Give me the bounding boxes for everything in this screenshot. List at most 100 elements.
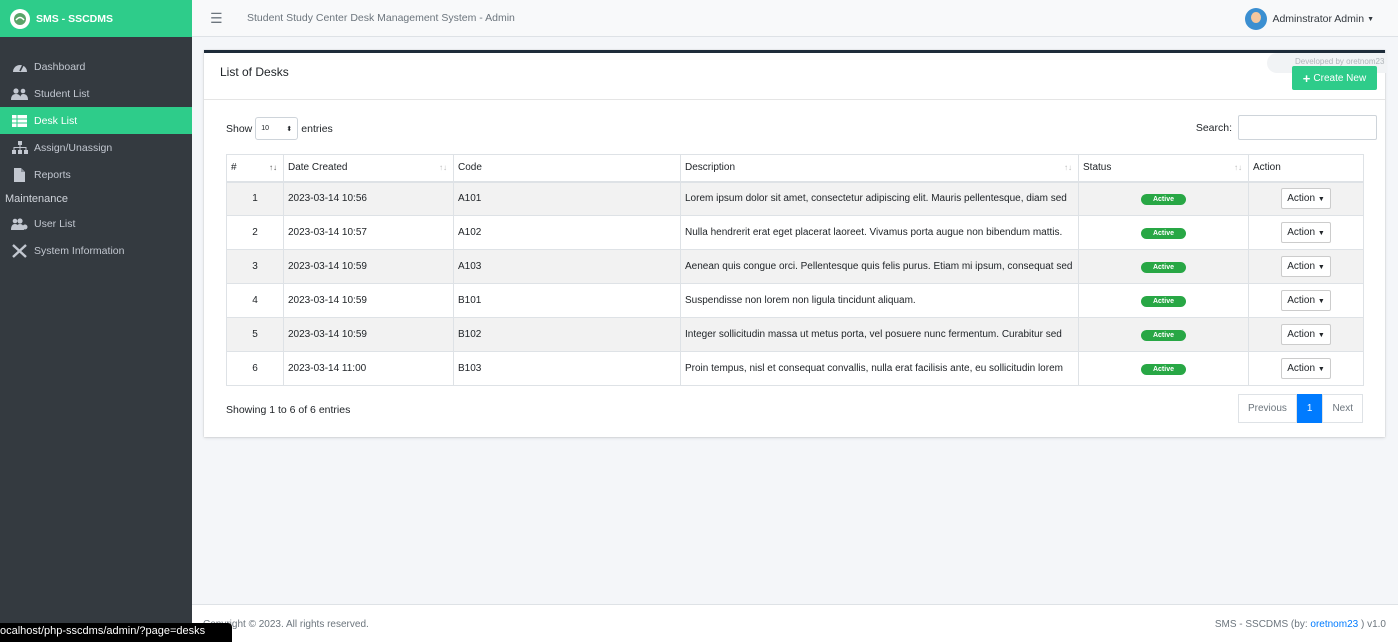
status-badge: Active <box>1140 363 1186 375</box>
action-dropdown-button[interactable]: Action ▼ <box>1281 188 1331 210</box>
sidebar-item-student-list[interactable]: Student List <box>0 80 192 107</box>
cell-status: Active <box>1078 283 1249 318</box>
table-row: 2 2023-03-14 10:57 A102 Nulla hendrerit … <box>226 215 1364 250</box>
action-dropdown-button[interactable]: Action ▼ <box>1281 290 1331 311</box>
topbar: ☰ Student Study Center Desk Management S… <box>192 0 1398 37</box>
previous-page-button[interactable]: Previous <box>1237 394 1297 423</box>
status-badge: Active <box>1140 227 1186 239</box>
cell-description: Proin tempus, nisl et consequat convalli… <box>680 351 1079 386</box>
users-icon <box>11 87 28 101</box>
search-label: Search: <box>1195 121 1232 134</box>
table-controls: Show 10 ⬍ entries Search: <box>204 100 1385 152</box>
entries-select[interactable]: 10 ⬍ <box>255 117 299 140</box>
cell-action: Action ▼ <box>1248 215 1364 250</box>
status-badge: Active <box>1140 193 1186 205</box>
card-title: List of Desks <box>220 65 289 79</box>
sidebar-item-desk-list[interactable]: Desk List <box>0 107 192 134</box>
sidebar-item-user-list[interactable]: User List <box>0 210 192 237</box>
create-new-label: Create New <box>1313 72 1367 84</box>
nav-header-maintenance: Maintenance <box>5 193 68 205</box>
sidebar-item-label: Reports <box>34 168 71 181</box>
hamburger-menu-icon[interactable]: ☰ <box>210 10 232 27</box>
sidebar-item-label: User List <box>34 217 76 230</box>
caret-down-icon: ▼ <box>1317 230 1325 237</box>
caret-down-icon: ▼ <box>1317 332 1325 339</box>
sort-icon: ↑↓ <box>1064 163 1072 172</box>
column-header-description[interactable]: Description ↑↓ <box>680 154 1079 183</box>
file-icon <box>11 167 28 182</box>
cell-status: Active <box>1078 215 1249 250</box>
caret-down-icon: ▼ <box>1317 196 1325 204</box>
status-badge: Active <box>1140 261 1186 273</box>
cell-action: Action ▼ <box>1248 283 1364 318</box>
column-header-code[interactable]: Code <box>453 154 681 183</box>
table-icon <box>11 114 28 128</box>
select-arrows-icon: ⬍ <box>286 125 293 133</box>
cell-action: Action ▼ <box>1248 317 1364 352</box>
sidebar: SMS - SSCDMS Dashboard Student List Desk… <box>0 0 192 642</box>
footer: Copyright © 2023. All rights reserved. S… <box>192 604 1398 642</box>
cell-date: 2023-03-14 10:56 <box>283 181 454 216</box>
tachometer-icon <box>11 60 28 74</box>
column-header-action: Action <box>1248 154 1364 183</box>
avatar <box>1245 8 1268 30</box>
cell-description: Lorem ipsum dolor sit amet, consectetur … <box>680 181 1079 216</box>
sidebar-item-label: Desk List <box>34 114 78 127</box>
plus-icon: + <box>1302 70 1311 86</box>
cell-code: B102 <box>453 317 681 352</box>
sort-asc-icon: ↑↓ <box>269 163 277 172</box>
sidebar-nav: Dashboard Student List Desk List Assign/… <box>0 53 192 264</box>
create-new-button[interactable]: + Create New <box>1292 66 1377 90</box>
user-menu[interactable]: Adminstrator Admin ▼ <box>1245 8 1374 30</box>
sidebar-item-label: Assign/Unassign <box>34 141 113 154</box>
entries-value: 10 <box>261 125 270 132</box>
cell-description: Suspendisse non lorem non ligula tincidu… <box>680 283 1079 318</box>
cell-number: 2 <box>226 215 284 250</box>
cell-code: A102 <box>453 215 681 250</box>
sidebar-item-assign-unassign[interactable]: Assign/Unassign <box>0 134 192 161</box>
action-dropdown-button[interactable]: Action ▼ <box>1281 222 1331 243</box>
column-header-number[interactable]: # ↑↓ <box>226 154 284 183</box>
caret-down-icon: ▼ <box>1317 298 1325 305</box>
table-row: 6 2023-03-14 11:00 B103 Proin tempus, ni… <box>226 351 1364 386</box>
sidebar-item-system-information[interactable]: System Information <box>0 237 192 264</box>
cell-action: Action ▼ <box>1248 249 1364 284</box>
cell-number: 3 <box>226 249 284 284</box>
next-page-button[interactable]: Next <box>1322 394 1363 423</box>
author-link[interactable]: oretnom23 <box>1310 619 1358 630</box>
caret-down-icon: ▼ <box>1317 366 1325 373</box>
page-1-button[interactable]: 1 <box>1296 394 1323 423</box>
column-header-status[interactable]: Status ↑↓ <box>1078 154 1249 183</box>
status-badge: Active <box>1140 295 1186 307</box>
app-title: Student Study Center Desk Management Sys… <box>247 12 515 24</box>
cell-description: Integer sollicitudin massa ut metus port… <box>680 317 1079 352</box>
cell-description: Aenean quis congue orci. Pellentesque qu… <box>680 249 1079 284</box>
cell-status: Active <box>1078 249 1249 284</box>
action-dropdown-button[interactable]: Action ▼ <box>1281 256 1331 277</box>
cell-status: Active <box>1078 317 1249 352</box>
tools-icon <box>11 243 28 258</box>
sidebar-item-label: Student List <box>34 87 90 100</box>
action-dropdown-button[interactable]: Action ▼ <box>1281 358 1331 379</box>
column-header-date-created[interactable]: Date Created ↑↓ <box>283 154 454 183</box>
show-label: Show <box>226 122 253 135</box>
search-input[interactable] <box>1238 115 1377 140</box>
sidebar-item-dashboard[interactable]: Dashboard <box>0 53 192 80</box>
brand-logo-icon <box>10 8 30 29</box>
cell-status: Active <box>1078 181 1249 216</box>
entries-label: entries <box>301 122 333 135</box>
action-dropdown-button[interactable]: Action ▼ <box>1281 324 1331 345</box>
table-row: 1 2023-03-14 10:56 A101 Lorem ipsum dolo… <box>226 181 1364 216</box>
cell-code: B101 <box>453 283 681 318</box>
footer-credits: SMS - SSCDMS (by: oretnom23 ) v1.0 <box>1214 619 1386 630</box>
cell-description: Nulla hendrerit erat eget placerat laore… <box>680 215 1079 250</box>
sitemap-icon <box>11 141 28 155</box>
brand-link[interactable]: SMS - SSCDMS <box>0 0 192 37</box>
cell-date: 2023-03-14 10:57 <box>283 215 454 250</box>
sidebar-item-reports[interactable]: Reports <box>0 161 192 188</box>
cell-code: B103 <box>453 351 681 386</box>
cell-action: Action ▼ <box>1248 351 1364 386</box>
caret-down-icon: ▼ <box>1317 264 1325 271</box>
cell-date: 2023-03-14 11:00 <box>283 351 454 386</box>
cell-date: 2023-03-14 10:59 <box>283 249 454 284</box>
